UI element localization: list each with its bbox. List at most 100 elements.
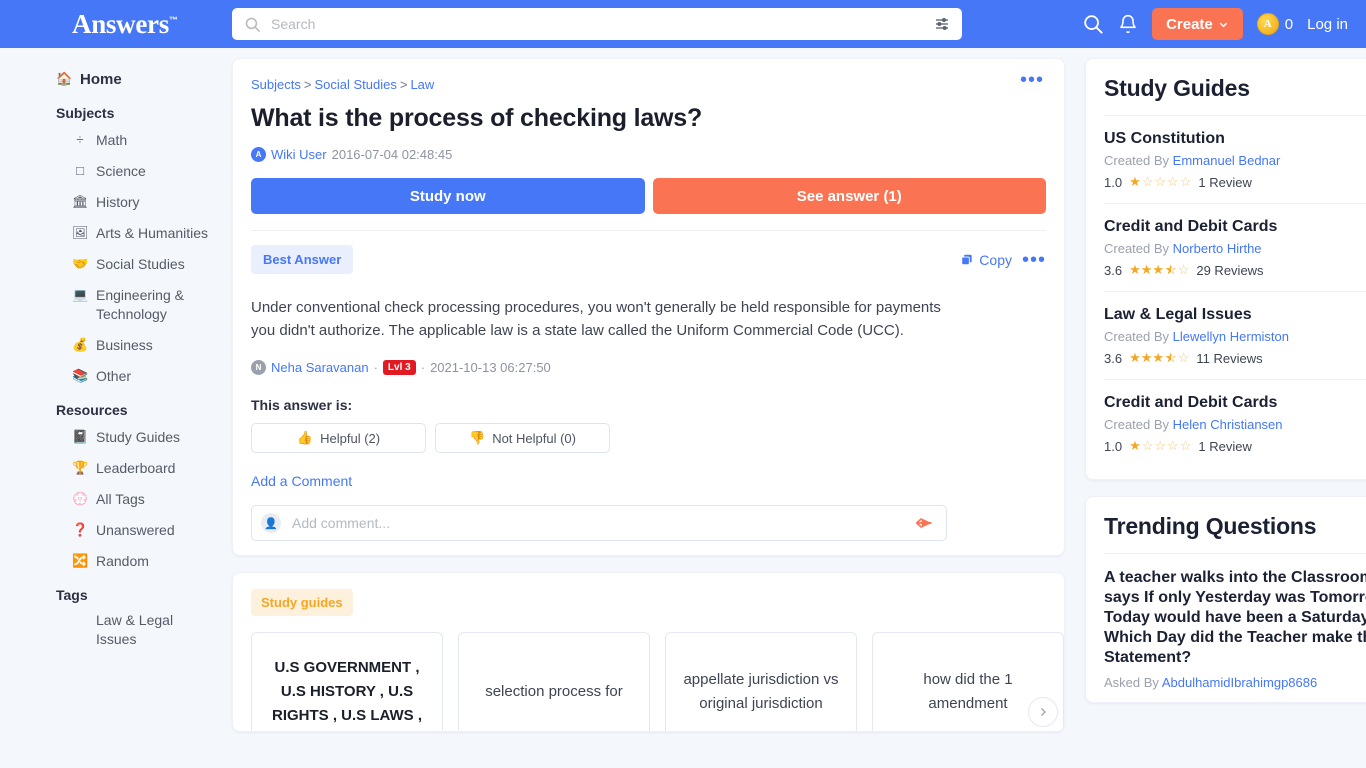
create-button-label: Create <box>1166 15 1213 33</box>
study-guide-item[interactable]: US Constitution Created By Emmanuel Bedn… <box>1104 116 1366 204</box>
study-guide-card[interactable]: selection process for <box>458 632 650 731</box>
site-logo-text: Answers <box>72 8 169 39</box>
left-sidebar: 🏠 Home Subjects ÷ Math □ Science 🏛 Histo… <box>0 48 232 768</box>
sidebar-item-label: Arts & Humanities <box>96 225 209 241</box>
study-guide-item[interactable]: Credit and Debit Cards Created By Helen … <box>1104 380 1366 467</box>
site-logo[interactable]: Answers™ <box>72 9 178 40</box>
comment-input-box[interactable]: 👤 <box>251 505 947 541</box>
not-helpful-button[interactable]: 👎 Not Helpful (0) <box>435 423 610 453</box>
question-date: 2016-07-04 02:48:45 <box>331 147 453 162</box>
coin-balance[interactable]: A 0 <box>1256 13 1294 35</box>
question-options-menu-icon[interactable]: ••• <box>1020 70 1044 90</box>
main-content: Subjects > Social Studies > Law ••• What is … <box>232 48 1085 768</box>
study-guide-item[interactable]: Credit and Debit Cards Created By Norber… <box>1104 204 1366 292</box>
level-badge: Lvl 3 <box>382 360 416 375</box>
sidebar-item-home[interactable]: 🏠 Home <box>0 64 232 95</box>
study-guide-title[interactable]: US Constitution <box>1104 130 1366 148</box>
coin-count: 0 <box>1284 15 1294 33</box>
rating-stars: ★ ☆ ☆ ☆ ☆ <box>1129 438 1192 453</box>
study-now-button[interactable]: Study now <box>251 178 645 214</box>
study-guide-title[interactable]: Credit and Debit Cards <box>1104 394 1366 412</box>
study-guide-title[interactable]: Credit and Debit Cards <box>1104 218 1366 236</box>
sidebar-item-business[interactable]: 💰 Business <box>0 330 232 361</box>
sidebar-heading-tags: Tags <box>56 587 88 603</box>
see-answer-button[interactable]: See answer (1) <box>652 178 1046 214</box>
study-guide-author-link[interactable]: Helen Christiansen <box>1173 417 1283 432</box>
bank-building-icon: 🏛 <box>72 194 89 209</box>
created-by-label: Created By <box>1104 329 1170 344</box>
answer-options-menu-icon[interactable]: ••• <box>1022 250 1046 270</box>
filter-sliders-icon[interactable] <box>934 16 950 32</box>
sidebar-item-engineering-technology[interactable]: 💻 Engineering & Technology <box>0 280 232 330</box>
study-guide-item[interactable]: Law & Legal Issues Created By Llewellyn … <box>1104 292 1366 380</box>
best-answer-badge: Best Answer <box>251 245 354 274</box>
answer-text: Under conventional check processing proc… <box>251 299 941 339</box>
study-guide-author-link[interactable]: Llewellyn Hermiston <box>1173 329 1289 344</box>
create-button[interactable]: Create <box>1152 8 1243 40</box>
study-guide-card[interactable]: U.S GOVERNMENT , U.S HISTORY , U.S RIGHT… <box>251 632 443 731</box>
sidebar-heading-resources: Resources <box>56 402 128 418</box>
sidebar-item-social-studies[interactable]: 🤝 Social Studies <box>0 249 232 280</box>
sidebar-item-label: Business <box>96 337 153 353</box>
search-icon-button[interactable] <box>1082 13 1104 35</box>
answer-header-actions: Copy ••• <box>960 250 1046 270</box>
vote-buttons: 👍 Helpful (2) 👎 Not Helpful (0) <box>251 423 1046 453</box>
send-arrow-icon[interactable] <box>914 514 934 532</box>
sidebar-item-arts-humanities[interactable]: 🖼 Arts & Humanities <box>0 218 232 249</box>
breadcrumb-subjects[interactable]: Subjects <box>251 77 301 92</box>
search-input[interactable] <box>269 15 934 33</box>
comment-input[interactable] <box>290 514 914 532</box>
sidebar-tag-law-legal-issues[interactable]: Law & Legal Issues <box>0 607 200 653</box>
sidebar-item-history[interactable]: 🏛 History <box>0 187 232 218</box>
question-author[interactable]: Wiki User <box>271 147 327 162</box>
sidebar-item-all-tags[interactable]: 💮 All Tags <box>0 484 232 515</box>
rating-review-count: 1 Review <box>1198 438 1252 454</box>
study-guide-author-link[interactable]: Emmanuel Bednar <box>1173 153 1281 168</box>
created-by-label: Created By <box>1104 153 1170 168</box>
asked-by-label: Asked By <box>1104 675 1159 690</box>
tags-icon: 💮 <box>72 491 89 506</box>
sidebar-item-random[interactable]: 🔀 Random <box>0 546 232 577</box>
study-guide-creator: Created By Llewellyn Hermiston <box>1104 329 1366 344</box>
chevron-right-icon[interactable] <box>1028 697 1058 727</box>
sidebar-heading-subjects: Subjects <box>56 105 115 121</box>
laptop-icon: 💻 <box>72 287 89 302</box>
study-guide-card[interactable]: appellate jurisdiction vs original juris… <box>665 632 857 731</box>
art-icon: 🖼 <box>72 225 89 240</box>
sidebar-item-science[interactable]: □ Science <box>0 156 232 187</box>
trending-question-title[interactable]: A teacher walks into the Classroom and s… <box>1104 568 1366 668</box>
study-guide-title[interactable]: Law & Legal Issues <box>1104 306 1366 324</box>
search-bar[interactable] <box>232 8 962 40</box>
breadcrumb-law[interactable]: Law <box>410 77 434 92</box>
question-mark-icon: ❓ <box>72 522 89 537</box>
breadcrumb-separator: > <box>303 77 312 92</box>
trending-question-author-link[interactable]: AbdulhamidIbrahimgp8686 <box>1162 675 1317 690</box>
avatar: N <box>251 360 266 375</box>
answer-date: 2021-10-13 06:27:50 <box>430 360 551 375</box>
breadcrumb-social-studies[interactable]: Social Studies <box>314 77 396 92</box>
login-link[interactable]: Log in <box>1307 16 1348 33</box>
answer-author[interactable]: Neha Saravanan <box>271 360 369 375</box>
sidebar-item-study-guides[interactable]: 📓 Study Guides <box>0 422 232 453</box>
sidebar-item-other[interactable]: 📚 Other <box>0 361 232 392</box>
add-a-comment-link[interactable]: Add a Comment <box>251 473 352 489</box>
study-guides-panel-title: Study Guides <box>1104 75 1250 101</box>
trophy-icon: 🏆 <box>72 460 89 475</box>
trademark-symbol: ™ <box>168 14 178 25</box>
study-guides-carousel: Study guides U.S GOVERNMENT , U.S HISTOR… <box>232 572 1065 732</box>
helpful-button[interactable]: 👍 Helpful (2) <box>251 423 426 453</box>
copy-button-label: Copy <box>979 251 1012 268</box>
sidebar-item-leaderboard[interactable]: 🏆 Leaderboard <box>0 453 232 484</box>
trending-question-asker: Asked By AbdulhamidIbrahimgp8686 <box>1104 675 1366 690</box>
copy-button[interactable]: Copy <box>960 252 1012 268</box>
sidebar-item-math[interactable]: ÷ Math <box>0 125 232 156</box>
notification-bell-icon[interactable] <box>1118 14 1138 34</box>
thumbs-up-icon: 👍 <box>296 430 314 445</box>
study-guide-author-link[interactable]: Norberto Hirthe <box>1173 241 1262 256</box>
avatar: 👤 <box>261 513 281 533</box>
sidebar-item-label: Engineering & Technology <box>96 287 184 322</box>
sidebar-item-label: All Tags <box>96 491 145 507</box>
sidebar-item-unanswered[interactable]: ❓ Unanswered <box>0 515 232 546</box>
study-guide-rating: 3.6 ★★★☆★☆ 11 Reviews <box>1104 350 1366 366</box>
question-card: Subjects > Social Studies > Law ••• What is … <box>232 58 1065 556</box>
